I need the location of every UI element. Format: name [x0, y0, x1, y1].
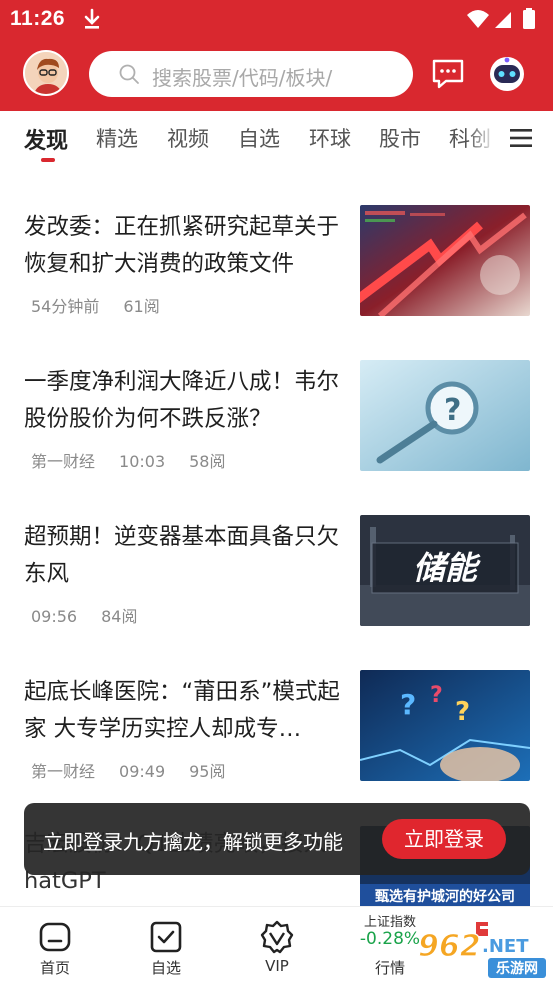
tab-featured[interactable]: 精选	[96, 123, 138, 153]
avatar[interactable]	[23, 50, 69, 96]
download-icon	[84, 8, 100, 29]
tab-video[interactable]: 视频	[167, 123, 209, 153]
news-thumbnail: ? ? ?	[360, 670, 530, 781]
message-icon[interactable]	[430, 57, 466, 91]
tab-watchlist[interactable]: 自选	[238, 123, 280, 153]
news-title: 超预期！逆变器基本面具备只欠东风	[24, 524, 340, 587]
login-prompt-text: 立即登录九方擒龙，解锁更多功能	[43, 830, 343, 854]
news-meta: 第一财经 10:03 58阅	[31, 448, 250, 472]
news-title: 发改委：正在抓紧研究起草关于恢复和扩大消费的政策文件	[24, 214, 340, 277]
channel-tabs: 发现 精选 视频 自选 环球 股市 科创	[0, 111, 553, 169]
news-time: 10:03	[119, 452, 166, 471]
svg-text:?: ?	[444, 393, 461, 428]
news-reads: 95阅	[189, 762, 226, 781]
news-title: 起底长峰医院：“莆田系”模式起家 大专学历实控人却成专…	[24, 679, 340, 742]
vip-badge-icon	[260, 920, 294, 954]
robot-assistant-icon[interactable]	[488, 56, 526, 92]
news-item[interactable]: 超预期！逆变器基本面具备只欠东风 09:56 84阅 储能	[0, 515, 553, 669]
news-reads: 61阅	[123, 297, 160, 316]
checkbox-icon	[150, 921, 182, 953]
svg-text:.NET: .NET	[482, 936, 529, 957]
news-meta: 54分钟前 61阅	[31, 293, 184, 317]
site-watermark-logo: 962 .NET 乐游网	[417, 922, 546, 978]
news-item[interactable]: 一季度净利润大降近八成！韦尔股份股价为何不跌反涨？ 第一财经 10:03 58阅 ?	[0, 360, 553, 514]
status-bar: 11:26	[0, 0, 553, 38]
active-tab-indicator	[41, 158, 55, 162]
news-meta: 09:56 84阅	[31, 603, 161, 627]
menu-icon[interactable]	[509, 127, 533, 149]
header: 搜索股票/代码/板块/	[0, 45, 553, 105]
svg-text:?: ?	[455, 697, 470, 727]
news-thumbnail: 储能	[360, 515, 530, 626]
tab-discover[interactable]: 发现	[24, 123, 68, 155]
svg-text:?: ?	[400, 688, 416, 721]
thumbnail-caption: 储能	[413, 549, 481, 587]
tab-stock-market[interactable]: 股市	[379, 123, 421, 153]
battery-icon	[523, 10, 535, 29]
news-thumbnail	[360, 205, 530, 316]
nav-vip[interactable]: VIP	[237, 907, 317, 984]
news-time: 09:56	[31, 607, 78, 626]
news-title: 一季度净利润大降近八成！韦尔股份股价为何不跌反涨？	[24, 369, 340, 432]
search-placeholder: 搜索股票/代码/板块/	[152, 66, 333, 90]
signal-icon	[495, 12, 511, 28]
avatar-image	[25, 52, 67, 94]
status-time: 11:26	[10, 7, 66, 30]
news-reads: 58阅	[189, 452, 226, 471]
top-bar: 11:26 搜索股票/代码/板块/	[0, 0, 553, 111]
news-item[interactable]: 起底长峰医院：“莆田系”模式起家 大专学历实控人却成专… 第一财经 09:49 95…	[0, 670, 553, 824]
news-meta: 第一财经 09:49 95阅	[31, 758, 250, 782]
svg-text:乐游网: 乐游网	[496, 960, 538, 977]
tabs-fade	[468, 111, 502, 169]
nav-watchlist[interactable]: 自选	[126, 907, 206, 984]
news-reads: 84阅	[101, 607, 138, 626]
nav-home-label: 首页	[39, 959, 70, 977]
news-source: 第一财经	[31, 452, 96, 471]
home-icon	[39, 922, 71, 952]
search-icon	[119, 64, 139, 84]
wifi-icon	[467, 10, 489, 28]
news-thumbnail: ?	[360, 360, 530, 471]
svg-text:?: ?	[430, 683, 443, 708]
news-source: 第一财经	[31, 762, 96, 781]
thumbnail-caption: 甄选有护城河的好公司	[375, 888, 515, 905]
news-item[interactable]: 发改委：正在抓紧研究起草关于恢复和扩大消费的政策文件 54分钟前 61阅	[0, 205, 553, 359]
login-toast: 立即登录九方擒龙，解锁更多功能 立即登录	[24, 803, 530, 875]
nav-watchlist-label: 自选	[150, 959, 181, 977]
login-button[interactable]: 立即登录	[382, 819, 506, 859]
tab-global[interactable]: 环球	[309, 123, 351, 153]
status-icons	[467, 8, 535, 29]
nav-home[interactable]: 首页	[15, 907, 95, 984]
svg-text:962: 962	[418, 929, 481, 964]
search-input[interactable]: 搜索股票/代码/板块/	[89, 51, 413, 97]
nav-vip-label: VIP	[265, 957, 289, 975]
news-time: 54分钟前	[31, 297, 100, 316]
news-time: 09:49	[119, 762, 166, 781]
